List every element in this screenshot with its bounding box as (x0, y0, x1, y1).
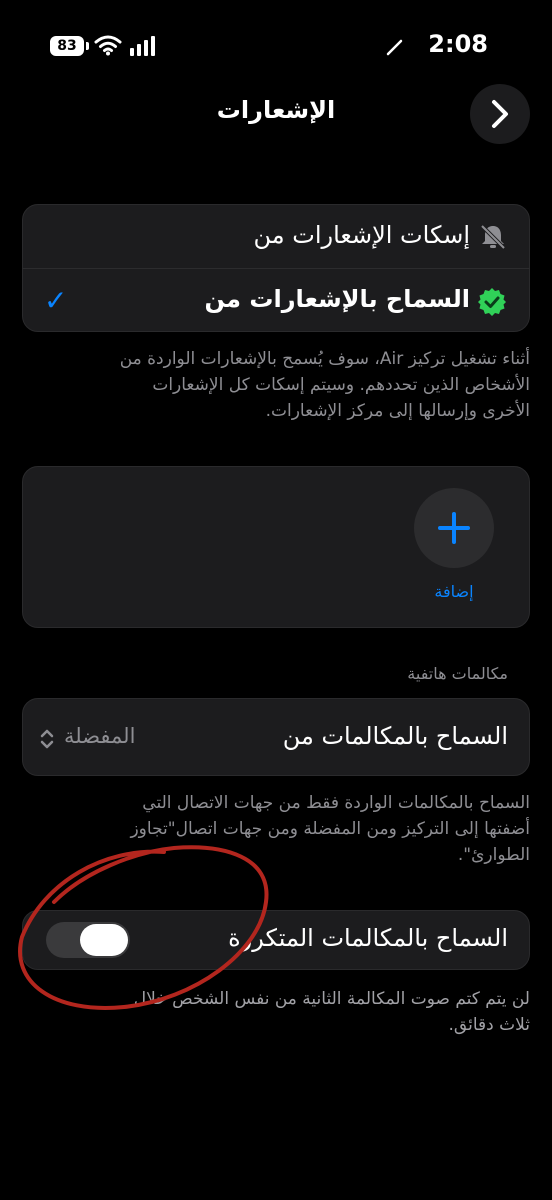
repeated-description-line: ثلاث دقائق. (448, 1015, 530, 1035)
battery-icon: 83 (50, 36, 84, 56)
cellular-signal-icon (130, 36, 155, 56)
battery-level: 83 (57, 38, 77, 54)
page-title: الإشعارات (216, 96, 336, 124)
bell-slash-icon (480, 224, 506, 250)
pencil-icon (386, 39, 403, 56)
notify-description-line: الأشخاص الذين تحددهم. وسيتم إسكات كل الإ… (152, 375, 530, 395)
wifi-icon (94, 35, 122, 56)
calls-description-line: أضفتها إلى التركيز ومن المفضلة ومن جهات … (130, 819, 530, 839)
check-badge-icon (478, 288, 506, 316)
selected-checkmark-icon: ✓ (44, 284, 68, 317)
status-time: 2:08 (428, 30, 488, 58)
allow-notifications-label: السماح بالإشعارات من (204, 285, 470, 313)
chevron-up-down-icon (40, 729, 54, 749)
battery-tip (86, 42, 89, 50)
calls-description-line: السماح بالمكالمات الواردة فقط من جهات ال… (142, 793, 530, 813)
annotation-circle (18, 845, 269, 1010)
allow-calls-label: السماح بالمكالمات من (282, 722, 508, 750)
add-person-label[interactable]: إضافة (414, 582, 494, 601)
add-person-button[interactable] (414, 488, 494, 568)
calls-section-label: مكالمات هاتفية (407, 664, 508, 683)
repeated-calls-label: السماح بالمكالمات المتكررة (228, 924, 508, 952)
notify-description: أثناء تشغيل تركيز Air، سوف يُسمح بالإشعا… (30, 346, 530, 424)
allow-calls-value[interactable]: المفضلة (64, 724, 135, 748)
notify-description-line: الأخرى وإرسالها إلى مركز الإشعارات. (265, 401, 530, 421)
plus-icon (438, 512, 470, 544)
notify-description-line: أثناء تشغيل تركيز Air، سوف يُسمح بالإشعا… (119, 349, 530, 369)
silence-notifications-label: إسكات الإشعارات من (253, 221, 470, 249)
